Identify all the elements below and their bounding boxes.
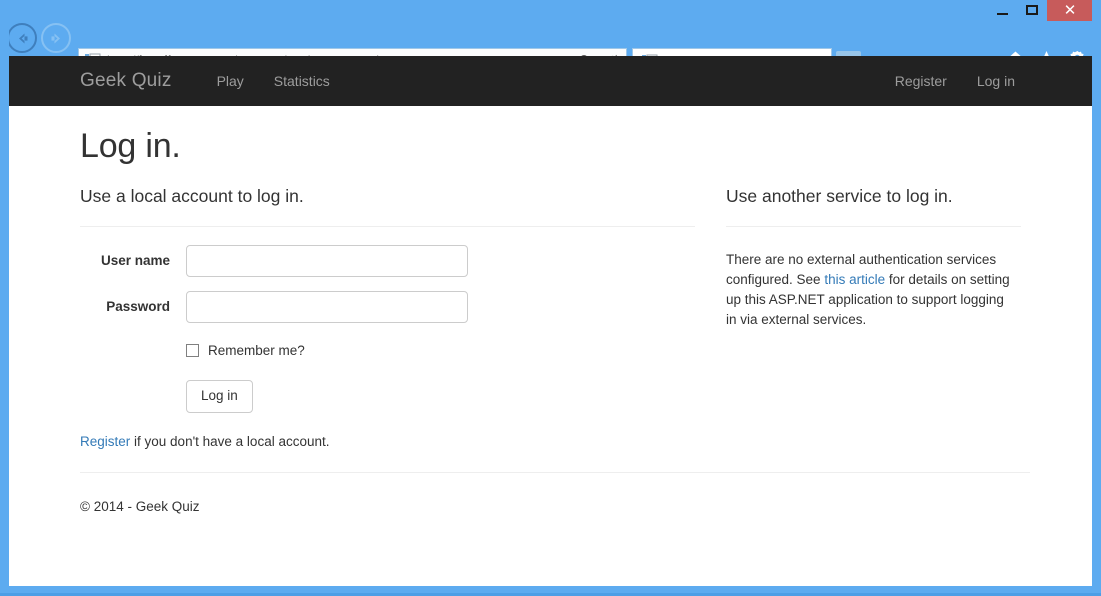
browser-window: ✕ xyxy=(0,0,1101,596)
nav-item-login[interactable]: Log in xyxy=(962,56,1030,106)
external-login-divider xyxy=(726,226,1021,227)
back-button[interactable] xyxy=(7,23,37,53)
site-navbar: Geek Quiz Play Statistics Register Log i… xyxy=(9,56,1092,106)
remember-me-row: Remember me? xyxy=(186,343,695,358)
page-footer: © 2014 - Geek Quiz xyxy=(80,472,1030,514)
local-login-column: Use a local account to log in. User name… xyxy=(80,187,695,448)
site-nav-links: Play Statistics xyxy=(202,56,345,106)
page-viewport: Geek Quiz Play Statistics Register Log i… xyxy=(9,56,1092,586)
nav-item-register[interactable]: Register xyxy=(880,56,962,106)
footer-divider xyxy=(80,472,1030,473)
remember-me-label: Remember me? xyxy=(208,343,305,358)
username-row: User name xyxy=(80,245,695,277)
forward-button[interactable] xyxy=(41,23,71,53)
password-row: Password xyxy=(80,291,695,323)
external-login-text: There are no external authentication ser… xyxy=(726,250,1018,330)
nav-item-play[interactable]: Play xyxy=(202,56,259,106)
footer-copyright: © 2014 - Geek Quiz xyxy=(80,499,1030,514)
external-login-column: Use another service to log in. There are… xyxy=(726,187,1021,448)
nav-item-statistics[interactable]: Statistics xyxy=(259,56,345,106)
page-content: Log in. Use a local account to log in. U… xyxy=(9,106,1092,449)
minimize-button[interactable] xyxy=(987,0,1017,21)
page-title: Log in. xyxy=(80,106,1030,165)
local-login-divider xyxy=(80,226,695,227)
register-link[interactable]: Register xyxy=(80,434,130,449)
arrow-right-icon xyxy=(48,30,65,47)
column-gap xyxy=(695,187,726,448)
window-frame-right xyxy=(1092,0,1101,596)
window-frame-bottom xyxy=(0,586,1101,596)
submit-row: Log in xyxy=(186,358,695,413)
password-input[interactable] xyxy=(186,291,468,323)
arrow-left-icon xyxy=(14,30,31,47)
site-nav-right: Register Log in xyxy=(880,56,1030,106)
window-frame-left xyxy=(0,0,9,596)
external-login-heading: Use another service to log in. xyxy=(726,187,1021,206)
close-button[interactable]: ✕ xyxy=(1047,0,1093,21)
username-label: User name xyxy=(80,253,186,268)
login-submit-button[interactable]: Log in xyxy=(186,380,253,413)
this-article-link[interactable]: this article xyxy=(824,272,885,287)
login-form: User name Password Remember me? L xyxy=(80,245,695,413)
site-brand[interactable]: Geek Quiz xyxy=(80,70,172,92)
local-login-heading: Use a local account to log in. xyxy=(80,187,695,206)
content-columns: Use a local account to log in. User name… xyxy=(80,187,1030,448)
remember-me-checkbox[interactable] xyxy=(186,344,199,357)
password-label: Password xyxy=(80,299,186,314)
window-controls: ✕ xyxy=(987,0,1093,21)
register-prompt-text: if you don't have a local account. xyxy=(130,434,329,449)
browser-toolbar: http://localhost:20794/Account/Login?Ret… xyxy=(0,22,1101,56)
username-input[interactable] xyxy=(186,245,468,277)
register-prompt: Register if you don't have a local accou… xyxy=(80,434,695,449)
maximize-button[interactable] xyxy=(1017,0,1047,21)
title-bar: ✕ xyxy=(0,0,1101,22)
